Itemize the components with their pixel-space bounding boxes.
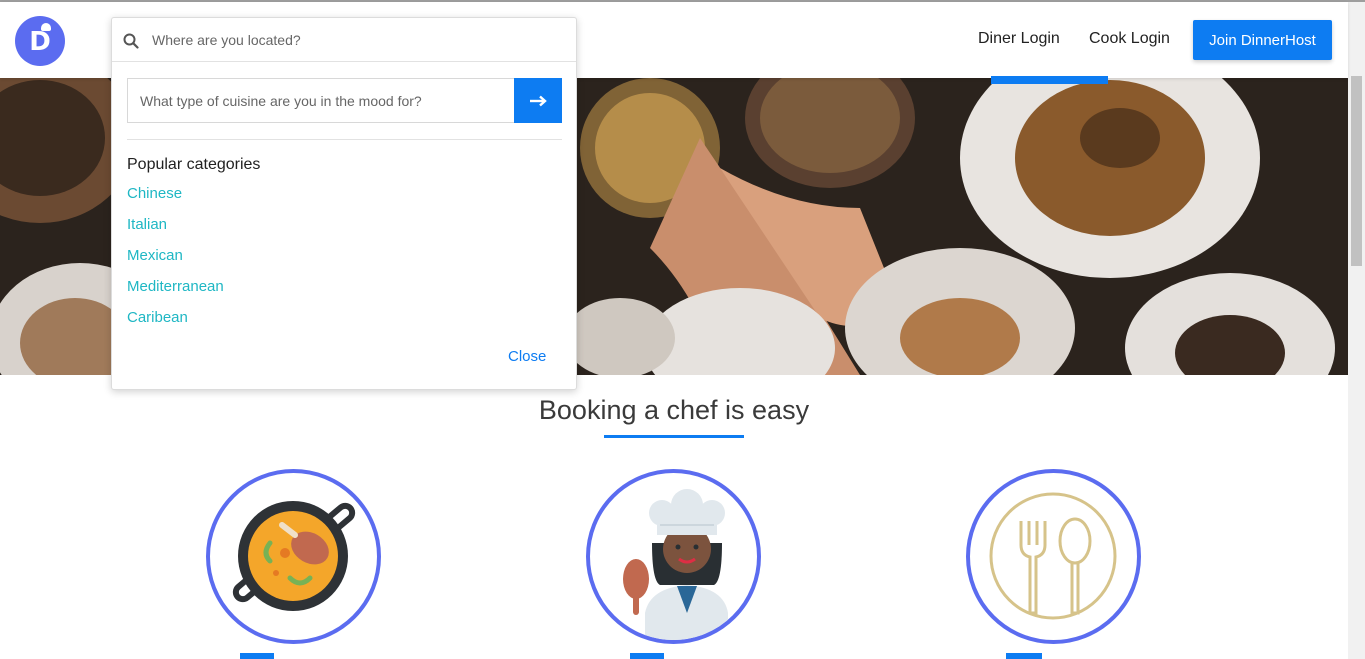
paella-pan-icon <box>232 501 356 611</box>
chef-icon <box>623 489 728 640</box>
step-1-button[interactable] <box>240 653 274 659</box>
cook-login-link[interactable]: Cook Login <box>1089 30 1170 48</box>
category-link[interactable]: Caribean <box>127 309 224 340</box>
close-dropdown-link[interactable]: Close <box>508 348 546 365</box>
section-title-underline <box>604 435 744 438</box>
arrow-right-icon <box>530 95 547 106</box>
category-link[interactable]: Italian <box>127 216 224 247</box>
step-3-button[interactable] <box>1006 653 1042 659</box>
page-scrollbar[interactable] <box>1348 2 1365 659</box>
search-icon <box>123 33 139 49</box>
logo-letter: D <box>29 27 51 57</box>
step-2-circle <box>586 469 761 644</box>
search-submit-button[interactable] <box>514 78 562 123</box>
step-1-circle <box>206 469 381 644</box>
chef-hat-icon <box>41 23 51 31</box>
join-button[interactable]: Join DinnerHost <box>1193 20 1332 60</box>
page: D Diner Login Cook Login Join DinnerHost <box>0 0 1365 659</box>
dropdown-divider <box>127 139 562 140</box>
fork-spoon-icon <box>989 492 1117 620</box>
step-2-button[interactable] <box>630 653 664 659</box>
location-input[interactable] <box>152 26 552 54</box>
step-3-circle <box>966 469 1141 644</box>
logo[interactable]: D <box>15 16 65 66</box>
diner-login-link[interactable]: Diner Login <box>978 30 1060 48</box>
section-title: Booking a chef is easy <box>538 395 810 425</box>
category-list: Chinese Italian Mexican Mediterranean Ca… <box>127 185 224 340</box>
category-link[interactable]: Chinese <box>127 185 224 216</box>
header-accent-bar <box>991 76 1108 84</box>
popular-categories-title: Popular categories <box>127 156 261 173</box>
search-dropdown: Popular categories Chinese Italian Mexic… <box>111 17 577 390</box>
scrollbar-thumb[interactable] <box>1351 76 1362 266</box>
category-link[interactable]: Mediterranean <box>127 278 224 309</box>
category-link[interactable]: Mexican <box>127 247 224 278</box>
cuisine-input[interactable] <box>127 78 515 123</box>
location-search-row <box>112 18 576 62</box>
